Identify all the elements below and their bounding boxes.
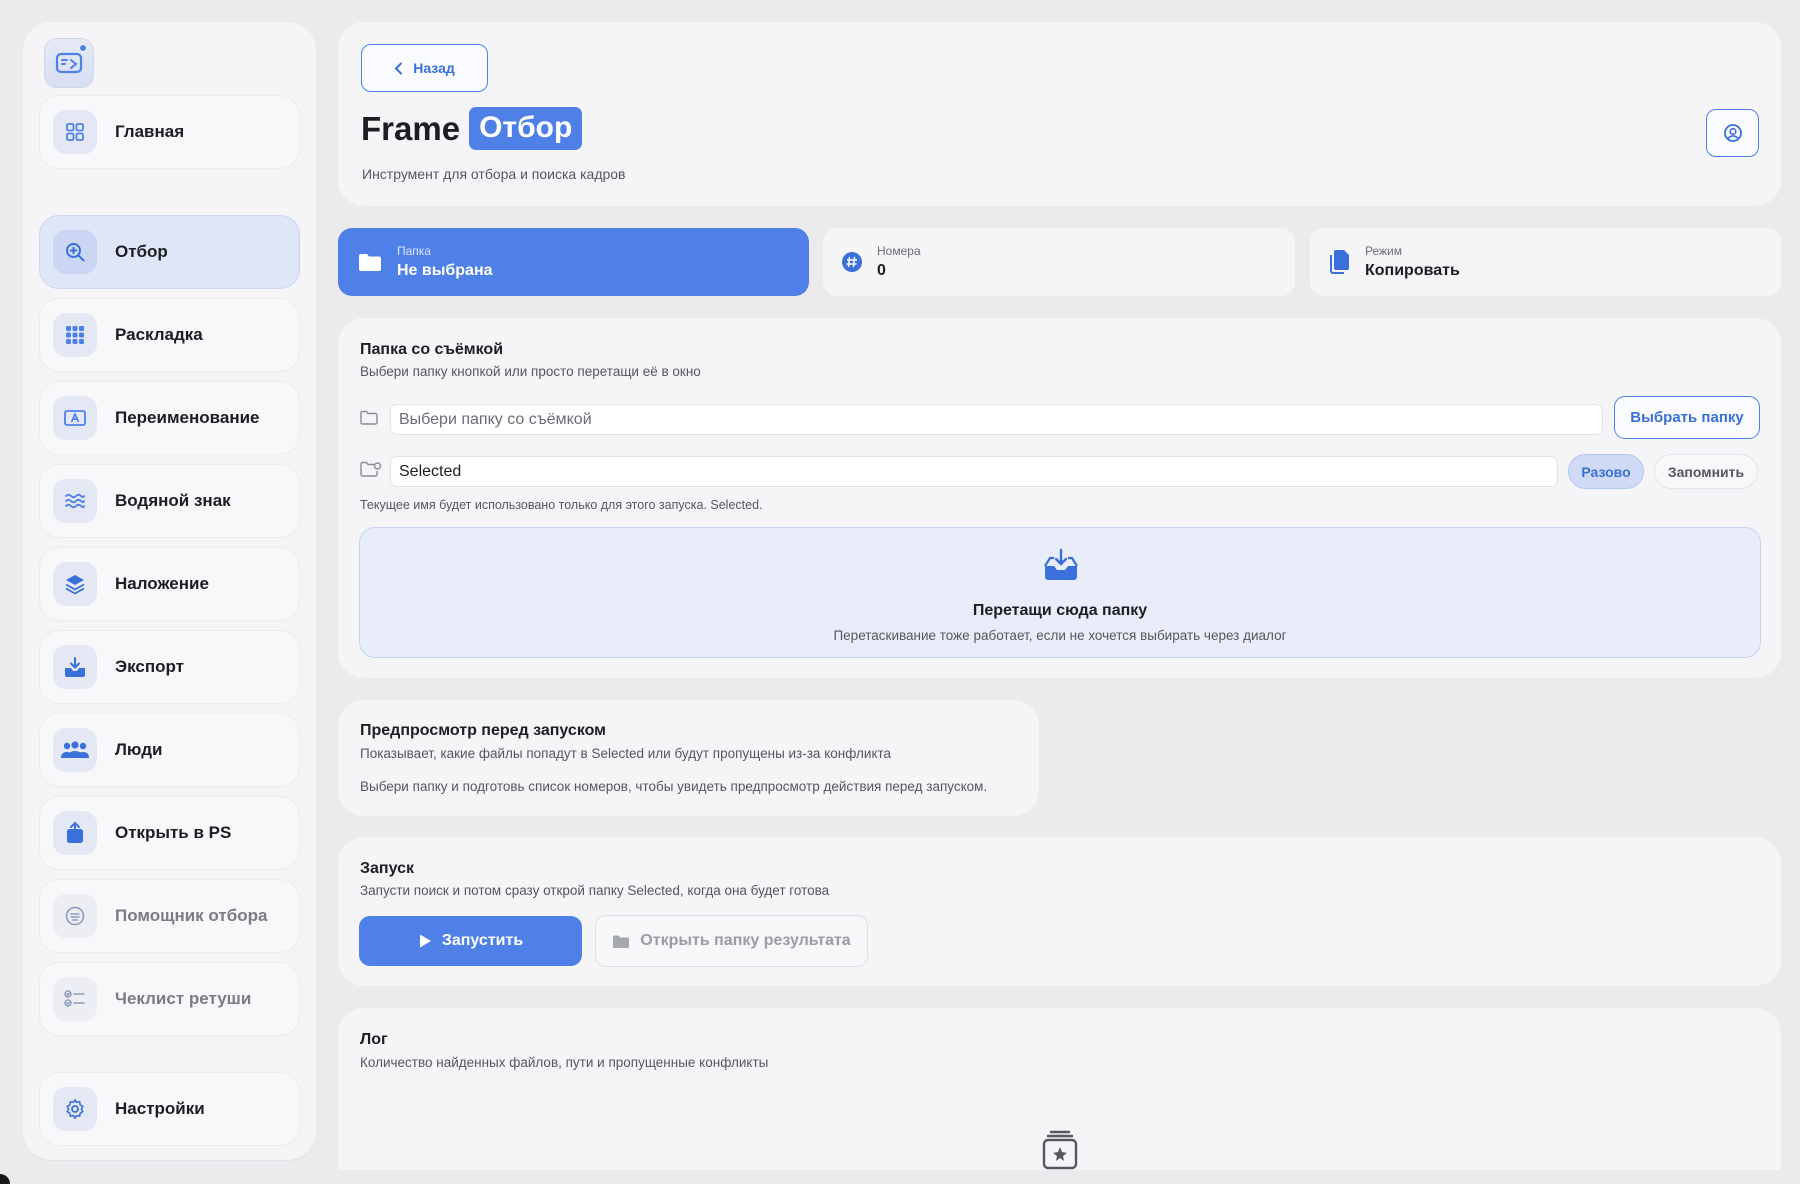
preview-empty-text: Выбери папку и подготовь список номеров,…: [360, 779, 988, 794]
sidebar-item-watermark[interactable]: Водяной знак: [39, 464, 300, 538]
sidebar-item-label: Открыть в PS: [115, 823, 232, 842]
folder-path-input[interactable]: Выбери папку со съёмкой: [390, 404, 1603, 435]
log-section: Лог Количество найденных файлов, пути и …: [338, 1008, 1781, 1170]
sidebar-item-label: Раскладка: [115, 325, 203, 344]
sidebar-item-label: Люди: [115, 740, 163, 759]
once-toggle[interactable]: Разово: [1568, 454, 1644, 489]
play-icon: [419, 934, 431, 948]
folder-section: Папка со съёмкой Выбери папку кнопкой ил…: [338, 318, 1781, 678]
sidebar-item-people[interactable]: Люди: [39, 713, 300, 787]
page-title: Frame Отбор: [361, 107, 583, 150]
preview-section: Предпросмотр перед запуском Показывает, …: [338, 700, 1039, 816]
inbox-download-icon: [1044, 548, 1078, 580]
app-logo[interactable]: [44, 38, 94, 88]
sidebar-item-label: Экспорт: [115, 657, 184, 676]
sidebar-item-export[interactable]: Экспорт: [39, 630, 300, 704]
stat-folder-label: Папка: [397, 244, 431, 258]
stat-mode: Режим Копировать: [1310, 228, 1781, 296]
section-subtitle: Выбери папку кнопкой или просто перетащи…: [360, 364, 701, 379]
sidebar-item-home[interactable]: Главная: [39, 95, 300, 169]
page-title-highlight: Отбор: [469, 107, 583, 150]
open-result-folder-label: Открыть папку результата: [640, 932, 851, 949]
page-title-plain: Frame: [361, 109, 461, 147]
grid-icon: [53, 110, 97, 154]
run-button[interactable]: Запустить: [359, 916, 582, 966]
drop-zone[interactable]: Перетащи сюда папку Перетаскивание тоже …: [359, 527, 1761, 658]
log-empty-icon: [1042, 1130, 1078, 1170]
section-title: Лог: [360, 1031, 388, 1048]
remember-toggle[interactable]: Запомнить: [1654, 454, 1758, 489]
back-button-label: Назад: [413, 60, 455, 76]
drop-zone-title: Перетащи сюда папку: [972, 602, 1148, 619]
run-section: Запуск Запусти поиск и потом сразу откро…: [338, 837, 1781, 986]
sidebar: Главная Отбор Раскладка Переименование В…: [23, 22, 316, 1160]
sidebar-item-label: Помощник отбора: [115, 906, 268, 925]
section-title: Запуск: [360, 860, 414, 877]
stat-numbers: Номера 0: [823, 228, 1295, 296]
stat-folder[interactable]: Папка Не выбрана: [338, 228, 809, 296]
folder-icon: [359, 254, 381, 271]
window-corner: [0, 1174, 10, 1184]
watermark-icon: [53, 479, 97, 523]
sidebar-item-checklist[interactable]: Чеклист ретуши: [39, 962, 300, 1036]
page-header: Назад Frame Отбор Инструмент для отбора …: [338, 22, 1781, 206]
stat-folder-value: Не выбрана: [397, 262, 493, 279]
sidebar-item-label: Настройки: [115, 1099, 205, 1118]
sidebar-item-label: Чеклист ретуши: [115, 989, 252, 1008]
stat-mode-label: Режим: [1365, 244, 1402, 258]
user-circle-icon: [1723, 124, 1742, 142]
sidebar-item-layout[interactable]: Раскладка: [39, 298, 300, 372]
section-subtitle: Запусти поиск и потом сразу открой папку…: [360, 883, 830, 898]
folder-hint: Текущее имя будет использовано только дл…: [360, 498, 763, 512]
drop-zone-subtitle: Перетаскивание тоже работает, если не хо…: [833, 628, 1287, 643]
section-subtitle: Показывает, какие файлы попадут в Select…: [360, 746, 892, 761]
pick-folder-button[interactable]: Выбрать папку: [1614, 396, 1760, 439]
folder-icon: [613, 935, 630, 948]
sidebar-item-rename[interactable]: Переименование: [39, 381, 300, 455]
sidebar-item-label: Отбор: [115, 242, 168, 261]
sidebar-item-assistant[interactable]: Помощник отбора: [39, 879, 300, 953]
folder-outline-icon: [360, 410, 378, 425]
hash-icon: [842, 252, 862, 272]
section-subtitle: Количество найденных файлов, пути и проп…: [360, 1055, 769, 1070]
assistant-icon: [53, 894, 97, 938]
sidebar-item-label: Переименование: [115, 408, 260, 427]
app-logo-icon: [55, 52, 83, 74]
export-icon: [53, 645, 97, 689]
open-ps-icon: [53, 811, 97, 855]
sidebar-item-settings[interactable]: Настройки: [39, 1072, 300, 1146]
stat-mode-value: Копировать: [1365, 262, 1460, 279]
search-icon: [53, 230, 97, 274]
sidebar-item-label: Водяной знак: [115, 491, 231, 510]
layout-grid-icon: [53, 313, 97, 357]
section-title: Предпросмотр перед запуском: [360, 722, 607, 739]
profile-button[interactable]: [1706, 109, 1759, 157]
folder-settings-icon: [360, 461, 382, 477]
checklist-icon: [53, 977, 97, 1021]
sidebar-item-open-ps[interactable]: Открыть в PS: [39, 796, 300, 870]
notification-dot: [79, 44, 87, 52]
sidebar-item-overlay[interactable]: Наложение: [39, 547, 300, 621]
copy-icon: [1330, 250, 1349, 274]
open-result-folder-button[interactable]: Открыть папку результата: [595, 915, 868, 967]
run-button-label: Запустить: [441, 932, 524, 949]
chevron-left-icon: [394, 62, 403, 74]
stat-numbers-label: Номера: [877, 244, 921, 258]
sidebar-item-label: Главная: [115, 122, 185, 141]
section-title: Папка со съёмкой: [360, 341, 504, 358]
page-subtitle: Инструмент для отбора и поиска кадров: [362, 166, 626, 182]
back-button[interactable]: Назад: [361, 44, 488, 92]
stat-numbers-value: 0: [877, 262, 886, 279]
sidebar-item-label: Наложение: [115, 574, 209, 593]
people-icon: [53, 728, 97, 772]
sidebar-item-selection[interactable]: Отбор: [39, 215, 300, 289]
rename-icon: [53, 396, 97, 440]
output-folder-name-input[interactable]: Selected: [390, 456, 1558, 487]
gear-icon: [53, 1087, 97, 1131]
layers-icon: [53, 562, 97, 606]
